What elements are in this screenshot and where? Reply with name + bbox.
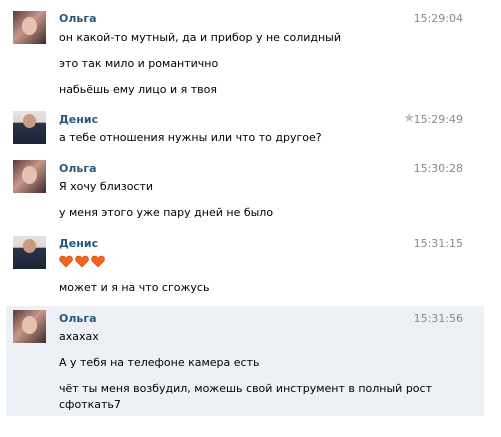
avatar[interactable] [13,310,46,343]
message-text: он какой-то мутный, да и прибор у не сол… [59,31,342,44]
avatar[interactable] [13,11,46,44]
heart-icon [75,255,89,268]
message-text: ахахах [59,330,99,343]
message-text: набьёшь ему лицо и я твоя [59,83,217,96]
message-text: Я хочу близости [59,180,154,193]
message-time[interactable]: 15:29:04 [414,12,463,25]
message-text: сфоткать7 [59,398,121,411]
message: Денис ★ 15:29:49 а тебе отношения нужны … [6,103,484,155]
author-name[interactable]: Ольга [59,12,97,25]
message: Денис 15:31:15 может и я на что сгожусь [6,230,484,306]
message-time[interactable]: 15:31:56 [414,312,463,325]
message-text: чёт ты меня возбудил, можешь свой инстру… [59,382,432,395]
avatar[interactable] [13,111,46,144]
author-name[interactable]: Денис [59,113,98,126]
author-name[interactable]: Денис [59,237,98,250]
message-time[interactable]: 15:31:15 [414,237,463,250]
heart-icon [59,255,73,268]
author-name[interactable]: Ольга [59,162,97,175]
avatar[interactable] [13,160,46,193]
avatar[interactable] [13,236,46,269]
message: Ольга 15:30:28 Я хочу близости у меня эт… [6,155,484,230]
message-text: это так мило и романтично [59,57,219,70]
message-time[interactable]: 15:29:49 [414,113,463,126]
author-name[interactable]: Ольга [59,312,97,325]
message: Ольга 15:29:04 он какой-то мутный, да и … [6,0,484,103]
message-highlighted: Ольга 15:31:56 ахахах А у тебя на телефо… [6,306,484,416]
heart-icon [91,255,105,268]
message-text: а тебе отношения нужны или что то другое… [59,131,322,144]
message-time[interactable]: 15:30:28 [414,162,463,175]
message-text: А у тебя на телефоне камера есть [59,356,260,369]
message-text: может и я на что сгожусь [59,281,210,294]
message-text: у меня этого уже пару дней не было [59,206,274,219]
